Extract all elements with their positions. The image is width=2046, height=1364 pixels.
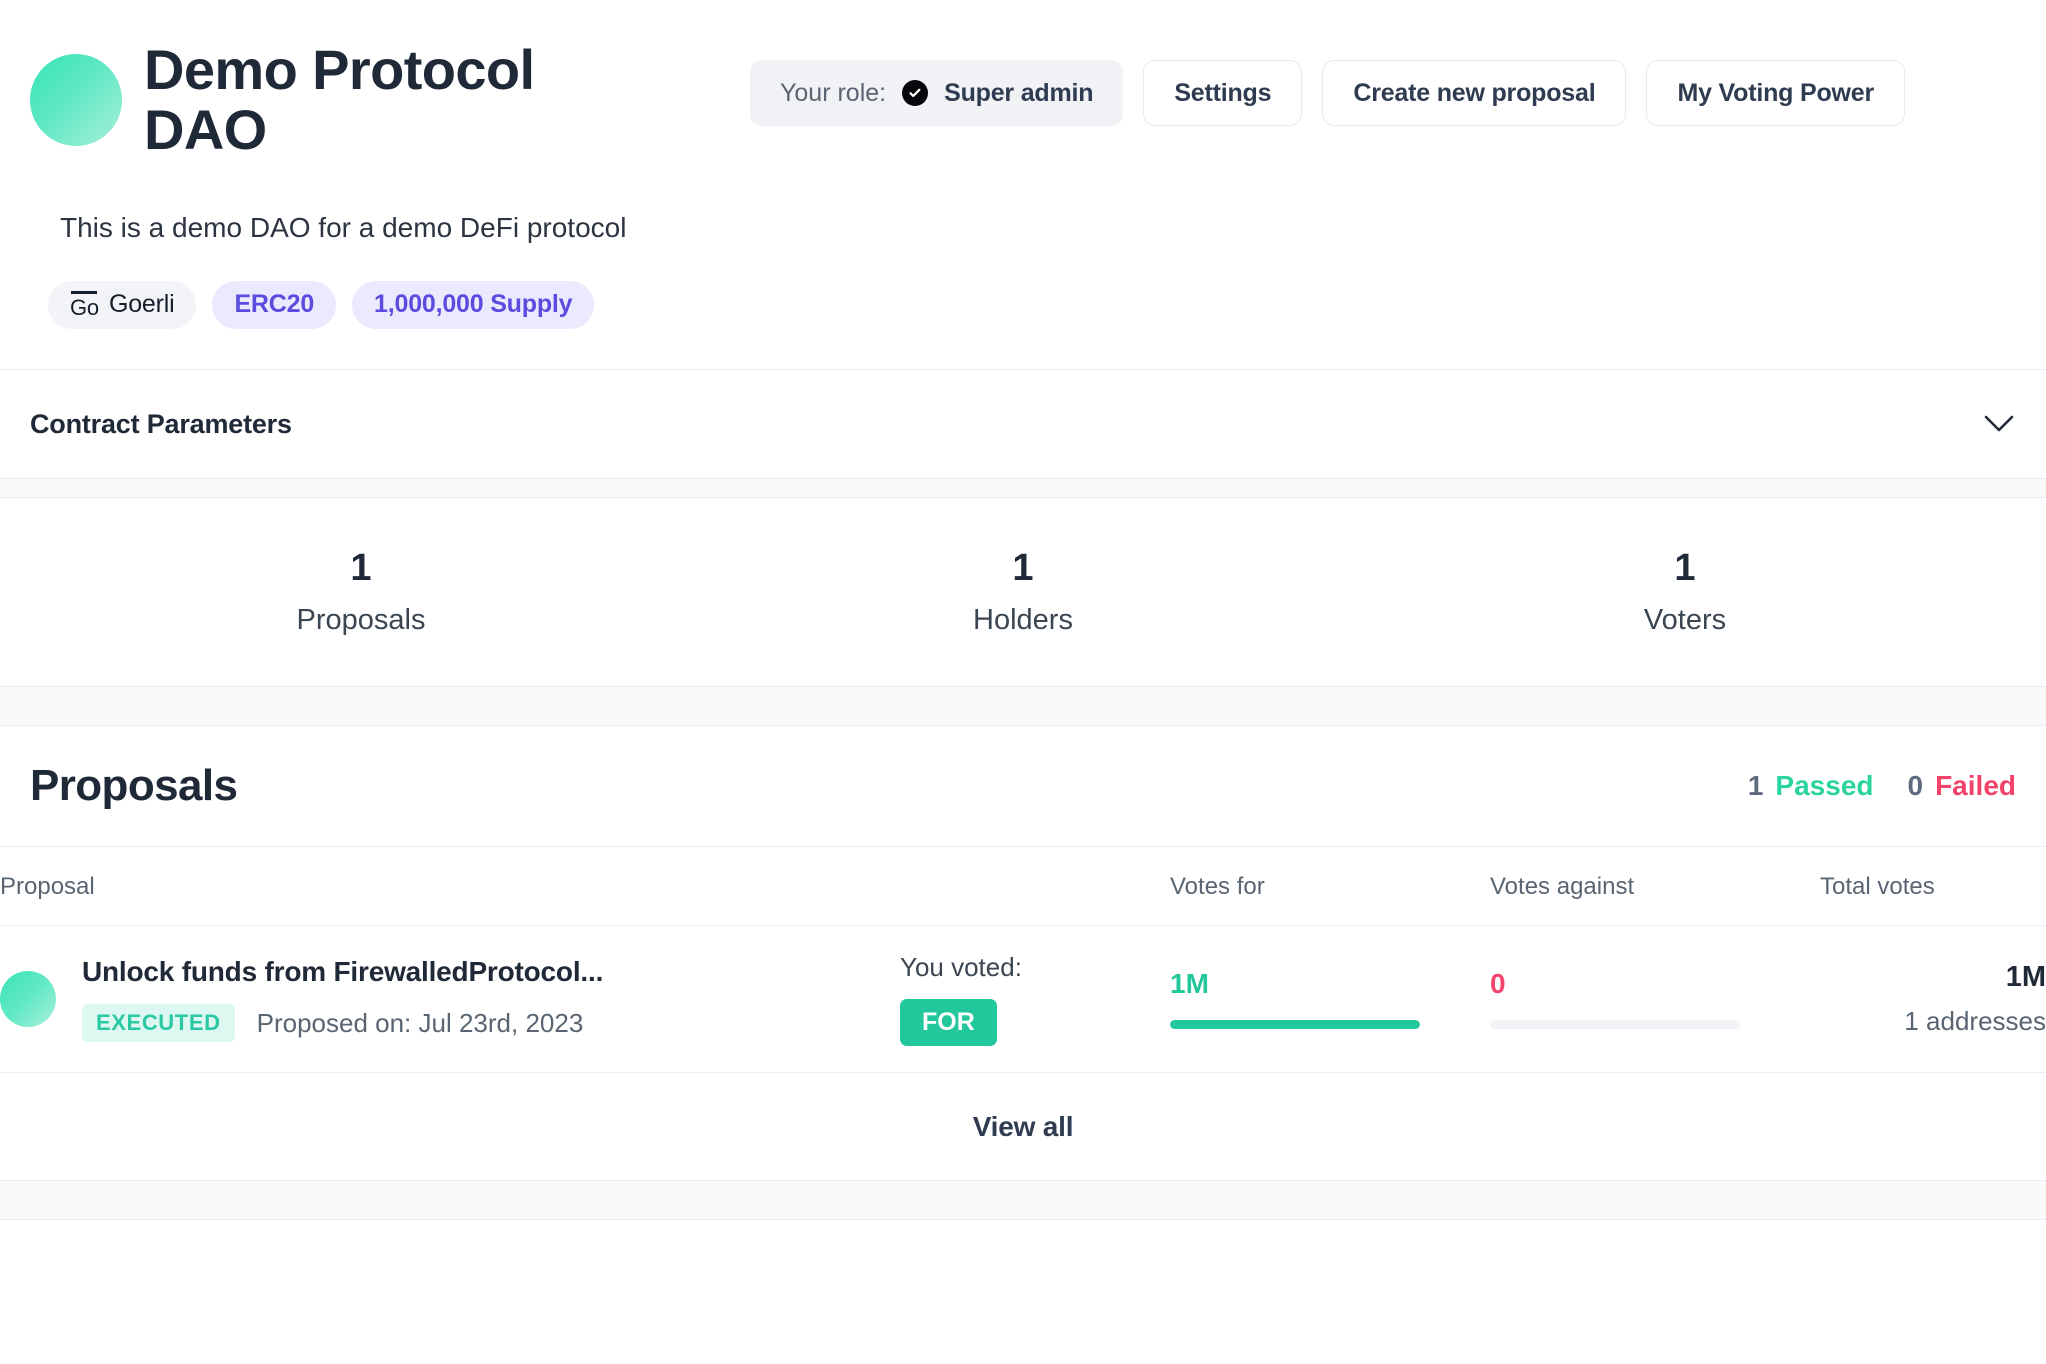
proposals-title: Proposals: [30, 761, 238, 811]
header-actions: Your role: Super admin Settings Create n…: [750, 40, 1906, 126]
stat-proposals: 1 Proposals: [30, 547, 692, 637]
table-row[interactable]: Unlock funds from FirewalledProtocol... …: [0, 926, 2046, 1073]
column-header-total-votes: Total votes: [1820, 846, 2046, 927]
section-spacer-1: [0, 478, 2046, 499]
column-header-votes-against: Votes against: [1490, 846, 1820, 927]
status-badge: EXECUTED: [82, 1004, 235, 1043]
column-header-proposal: Proposal: [0, 846, 900, 927]
table-header-row: Proposal Votes for Votes against Total v…: [0, 846, 2046, 927]
you-voted-cell: You voted: FOR: [900, 926, 1170, 1073]
proposals-table: Proposal Votes for Votes against Total v…: [0, 846, 2046, 1072]
chip-token-supply[interactable]: 1,000,000 Supply: [352, 280, 595, 329]
failed-label: Failed: [1935, 770, 2016, 802]
settings-button[interactable]: Settings: [1143, 60, 1303, 126]
you-voted-label: You voted:: [900, 952, 1022, 983]
column-header-votes-for: Votes for: [1170, 846, 1490, 927]
stat-proposals-label: Proposals: [296, 603, 426, 636]
votes-against-cell: 0: [1490, 926, 1820, 1073]
contract-parameters-toggle[interactable]: Contract Parameters: [0, 370, 2046, 478]
page-title: Demo Protocol DAO: [144, 38, 535, 162]
passed-count: 1: [1747, 770, 1764, 802]
dao-stats: 1 Proposals 1 Holders 1 Voters: [0, 498, 2046, 686]
stat-voters: 1 Voters: [1354, 547, 2016, 637]
stat-voters-label: Voters: [1643, 603, 1727, 636]
proposals-header: Proposals 1 Passed 0 Failed: [0, 726, 2046, 846]
check-circle-icon: [902, 80, 929, 106]
dao-brand: Demo Protocol DAO: [30, 38, 650, 162]
dao-dashboard-page: Demo Protocol DAO Your role: Super admin…: [0, 0, 2046, 1364]
total-votes-value: 1M: [2005, 961, 2046, 994]
tally-failed: 0 Failed: [1908, 770, 2017, 802]
role-label: Your role:: [780, 78, 887, 107]
stat-holders-value: 1: [1012, 547, 1034, 590]
your-vote-badge: FOR: [900, 999, 997, 1047]
tally-passed: 1 Passed: [1748, 770, 1874, 802]
chip-network-label: Goerli: [108, 290, 175, 319]
stat-voters-value: 1: [1674, 547, 1696, 590]
chip-network-goerli[interactable]: Go Goerli: [48, 280, 197, 329]
chip-token-standard[interactable]: ERC20: [212, 280, 337, 329]
proposal-date: Proposed on: Jul 23rd, 2023: [256, 1007, 584, 1038]
section-spacer-3: [0, 1180, 2046, 1221]
votes-for-value: 1M: [1170, 967, 1209, 999]
failed-count: 0: [1907, 770, 1924, 802]
my-voting-power-button[interactable]: My Voting Power: [1646, 60, 1906, 126]
dao-description: This is a demo DAO for a demo DeFi proto…: [60, 211, 627, 243]
view-all-button[interactable]: View all: [973, 1111, 1074, 1143]
proposal-avatar: [0, 971, 56, 1028]
dao-chips: Go Goerli ERC20 1,000,000 Supply: [48, 280, 2016, 329]
total-addresses: 1 addresses: [1904, 1006, 2046, 1037]
proposal-title[interactable]: Unlock funds from FirewalledProtocol...: [82, 956, 603, 988]
dao-header: Demo Protocol DAO Your role: Super admin…: [0, 0, 2046, 329]
proposal-cell[interactable]: Unlock funds from FirewalledProtocol... …: [0, 926, 900, 1073]
chevron-down-icon[interactable]: [1982, 407, 2016, 441]
role-value: Super admin: [944, 78, 1094, 107]
votes-against-value: 0: [1490, 967, 1506, 999]
votes-against-bar-track: [1490, 1019, 1740, 1029]
votes-for-cell: 1M: [1170, 926, 1490, 1073]
stat-proposals-value: 1: [350, 547, 372, 590]
proposals-tally: 1 Passed 0 Failed: [1748, 770, 2016, 802]
passed-label: Passed: [1775, 770, 1874, 802]
total-votes-cell: 1M 1 addresses: [1820, 926, 2046, 1073]
dao-avatar: [30, 54, 122, 146]
create-new-proposal-button[interactable]: Create new proposal: [1322, 60, 1627, 126]
section-spacer-2: [0, 686, 2046, 727]
view-all-row: View all: [0, 1072, 2046, 1180]
stat-holders-label: Holders: [973, 603, 1073, 636]
column-header-voted: [900, 846, 1170, 927]
stat-holders: 1 Holders: [692, 547, 1354, 637]
user-role-pill: Your role: Super admin: [750, 60, 1124, 126]
goerli-icon: Go: [70, 291, 99, 319]
votes-for-bar-fill: [1170, 1019, 1420, 1029]
votes-for-bar-track: [1170, 1019, 1420, 1029]
contract-parameters-title: Contract Parameters: [30, 408, 292, 439]
